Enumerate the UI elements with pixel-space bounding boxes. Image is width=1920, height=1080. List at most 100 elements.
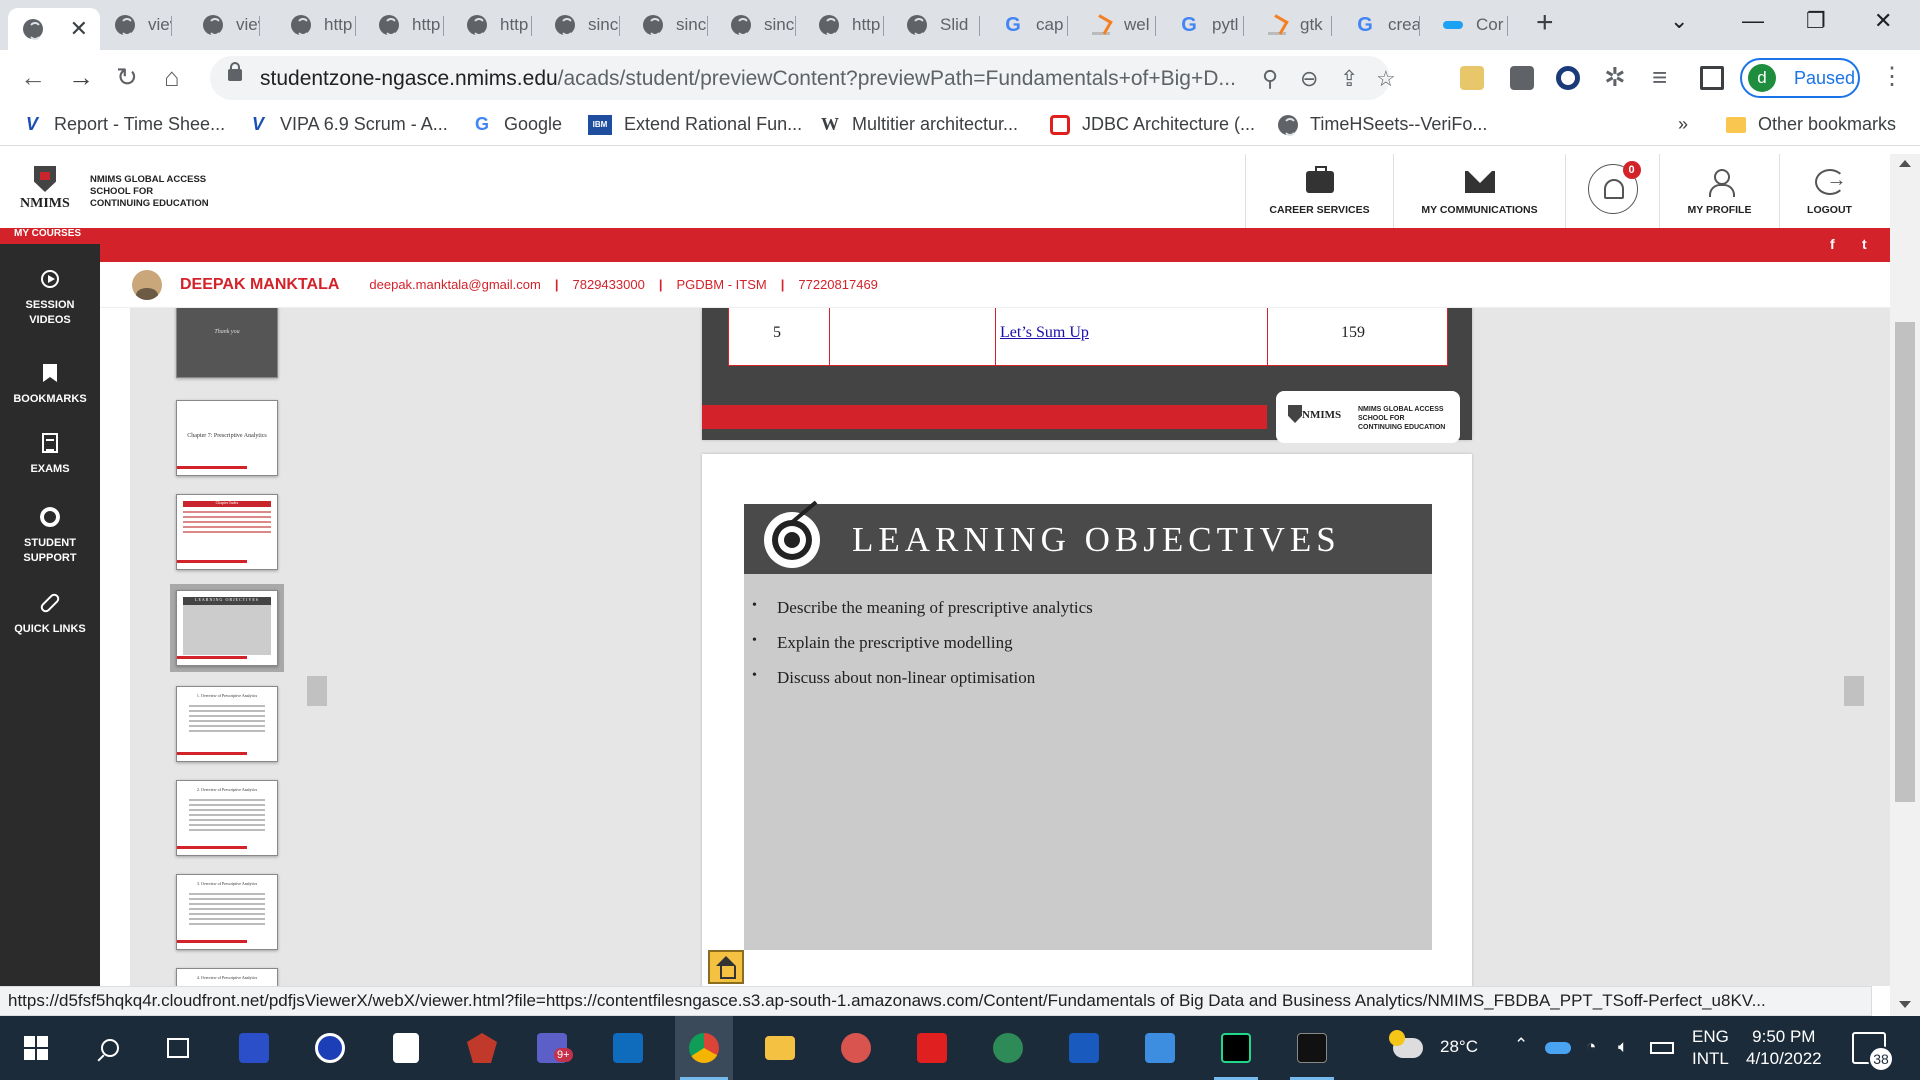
toc-link[interactable]: Let’s Sum Up — [1000, 324, 1089, 342]
tab-6[interactable]: sinc — [540, 8, 620, 42]
clock[interactable]: 9:50 PM 4/10/2022 — [1746, 1026, 1822, 1070]
home-icon[interactable]: ⌂ — [164, 62, 180, 93]
word-icon[interactable] — [1066, 1030, 1102, 1066]
scrollbar-thumb[interactable] — [1895, 322, 1915, 802]
bookmark-item[interactable]: V Report - Time Shee... — [22, 114, 225, 135]
tab-4[interactable]: http — [364, 8, 444, 42]
facebook-icon[interactable]: f — [1830, 236, 1835, 252]
app-icon[interactable] — [312, 1030, 348, 1066]
file-explorer-icon[interactable] — [762, 1030, 798, 1066]
thumbnail[interactable]: 2. Overview of Prescriptive Analytics — [176, 780, 278, 856]
nav-session-videos[interactable]: SESSION VIDEOS — [0, 268, 100, 328]
forward-icon[interactable]: → — [68, 62, 94, 93]
nav-bookmarks[interactable]: BOOKMARKS — [0, 362, 100, 407]
volume-icon[interactable]: 🔈︎ — [1618, 1036, 1628, 1058]
bookmark-item[interactable]: W Multitier architectur... — [820, 114, 1018, 135]
task-view-icon[interactable] — [160, 1030, 196, 1066]
bookmark-item[interactable]: JDBC Architecture (... — [1050, 114, 1255, 135]
nav-quick-links[interactable]: QUICK LINKS — [0, 591, 100, 637]
viewer-scrollbar[interactable] — [1844, 676, 1864, 706]
other-bookmarks[interactable]: Other bookmarks — [1726, 114, 1896, 135]
tab-1[interactable]: viev — [100, 8, 172, 42]
page-scrollbar[interactable] — [1890, 154, 1920, 1016]
notifications-button[interactable]: 0 — [1565, 154, 1659, 228]
chevron-up-icon[interactable]: ⌃ — [1514, 1034, 1528, 1056]
tab-3[interactable]: http — [276, 8, 356, 42]
tab-11[interactable]: Gcap — [988, 8, 1068, 42]
tab-12[interactable]: wel — [1076, 8, 1156, 42]
windows-start-icon[interactable] — [18, 1030, 54, 1066]
home-button[interactable] — [708, 950, 744, 984]
tab-2[interactable]: viev — [188, 8, 260, 42]
extension-icon[interactable] — [1460, 66, 1484, 90]
weather-icon[interactable] — [1389, 1030, 1426, 1066]
close-window-button[interactable]: ✕ — [1874, 8, 1892, 34]
url-text[interactable]: studentzone-ngasce.nmims.edu/acads/stude… — [260, 67, 1236, 91]
twitter-icon[interactable]: t — [1862, 236, 1867, 252]
thumbnail[interactable]: Thank you — [176, 308, 278, 378]
my-profile-link[interactable]: MY PROFILE — [1659, 154, 1779, 228]
my-courses-link[interactable]: MY COURSES — [14, 228, 81, 239]
thumbnail[interactable]: Chapter 7: Prescriptive Analytics — [176, 400, 278, 476]
tab-active[interactable]: ✕ — [8, 8, 100, 50]
extension-icon[interactable] — [1510, 66, 1534, 90]
thumbnail-selected[interactable]: LEARNING OBJECTIVES — [176, 590, 278, 666]
profile-button[interactable]: d Paused — [1740, 58, 1860, 98]
minimize-button[interactable]: — — [1742, 8, 1764, 34]
bookmark-item[interactable]: V VIPA 6.9 Scrum - A... — [248, 114, 448, 135]
reload-icon[interactable]: ↻ — [116, 62, 138, 93]
wifi-icon[interactable]: ◔ — [1586, 1036, 1596, 1058]
photos-icon[interactable] — [1142, 1030, 1178, 1066]
chrome-icon[interactable] — [686, 1030, 722, 1066]
zoom-icon[interactable]: ⊖ — [1300, 66, 1318, 92]
tab-9[interactable]: http — [804, 8, 884, 42]
share-icon[interactable]: ⇪ — [1340, 66, 1358, 92]
bookmark-item[interactable]: IBM Extend Rational Fun... — [588, 114, 802, 135]
tab-16[interactable]: Cor — [1428, 8, 1508, 42]
tab-5[interactable]: http — [452, 8, 532, 42]
lock-icon[interactable] — [228, 62, 242, 81]
globe-app-icon[interactable] — [990, 1030, 1026, 1066]
app-icon[interactable] — [388, 1030, 424, 1066]
thumbnail-scrollbar[interactable] — [307, 676, 327, 706]
thumbnail[interactable]: 1. Overview of Prescriptive Analytics — [176, 686, 278, 762]
location-icon[interactable]: ⚲ — [1262, 66, 1278, 92]
tab-search-icon[interactable]: ⌄ — [1670, 8, 1688, 34]
acrobat-icon[interactable] — [914, 1030, 950, 1066]
restore-button[interactable]: ❐ — [1806, 8, 1826, 34]
onedrive-icon[interactable] — [1540, 1030, 1576, 1066]
my-communications-link[interactable]: MY COMMUNICATIONS — [1393, 154, 1565, 228]
app-icon[interactable] — [464, 1030, 500, 1066]
extension-icon[interactable] — [1556, 66, 1580, 90]
tab-13[interactable]: Gpytl — [1164, 8, 1244, 42]
search-icon[interactable] — [92, 1030, 128, 1066]
logout-link[interactable]: LOGOUT — [1779, 154, 1879, 228]
bookmark-item[interactable]: G Google — [472, 114, 562, 135]
temperature[interactable]: 28°C — [1440, 1036, 1478, 1058]
app-icon[interactable] — [838, 1030, 874, 1066]
address-bar[interactable]: studentzone-ngasce.nmims.edu/acads/stude… — [210, 56, 1396, 100]
career-services-link[interactable]: CAREER SERVICES — [1245, 154, 1393, 228]
bookmark-star-icon[interactable]: ☆ — [1376, 66, 1396, 92]
new-tab-button[interactable]: + — [1536, 6, 1554, 40]
tab-14[interactable]: gtk — [1252, 8, 1332, 42]
scroll-up-icon[interactable] — [1899, 160, 1911, 167]
teams-icon[interactable]: 9+ — [534, 1030, 573, 1066]
bookmarks-overflow[interactable]: » — [1678, 114, 1688, 135]
thumbnail[interactable]: Chapter Index — [176, 494, 278, 570]
terminal-icon[interactable] — [1294, 1030, 1330, 1066]
thumbnail[interactable]: 4. Overview of Prescriptive Analytics — [176, 968, 278, 986]
nmims-logo[interactable]: NMIMS — [20, 166, 70, 220]
scroll-down-icon[interactable] — [1899, 1001, 1911, 1008]
language-indicator[interactable]: ENG INTL — [1692, 1026, 1729, 1070]
pycharm-icon[interactable] — [1218, 1030, 1254, 1066]
tab-10[interactable]: Slid — [892, 8, 980, 42]
menu-icon[interactable]: ⋮ — [1880, 62, 1904, 91]
outlook-icon[interactable] — [610, 1030, 646, 1066]
nav-exams[interactable]: EXAMS — [0, 432, 100, 477]
app-icon[interactable] — [236, 1030, 272, 1066]
sidepanel-icon[interactable] — [1700, 66, 1724, 90]
media-icon[interactable]: ≡ — [1652, 62, 1667, 93]
bookmark-item[interactable]: TimeHSeets--VeriFo... — [1278, 114, 1487, 136]
tab-15[interactable]: Gcrea — [1340, 8, 1420, 42]
